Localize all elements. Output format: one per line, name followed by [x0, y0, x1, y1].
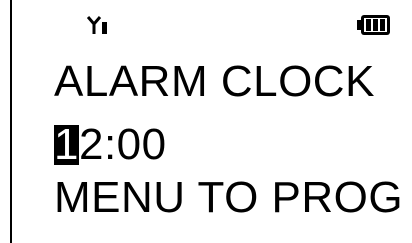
- signal-antenna-icon: [87, 16, 107, 34]
- time-cursor-digit: 1: [54, 120, 79, 169]
- lcd-screen: ALARM CLOCK 12:00 MENU TO PROG: [10, 0, 412, 243]
- battery-full-icon: [357, 15, 390, 35]
- time-display: 12:00: [54, 120, 167, 170]
- menu-hint: MENU TO PROG: [54, 173, 404, 222]
- time-value: 2:00: [78, 120, 167, 169]
- screen-title: ALARM CLOCK: [54, 57, 375, 106]
- status-bar: [12, 0, 412, 40]
